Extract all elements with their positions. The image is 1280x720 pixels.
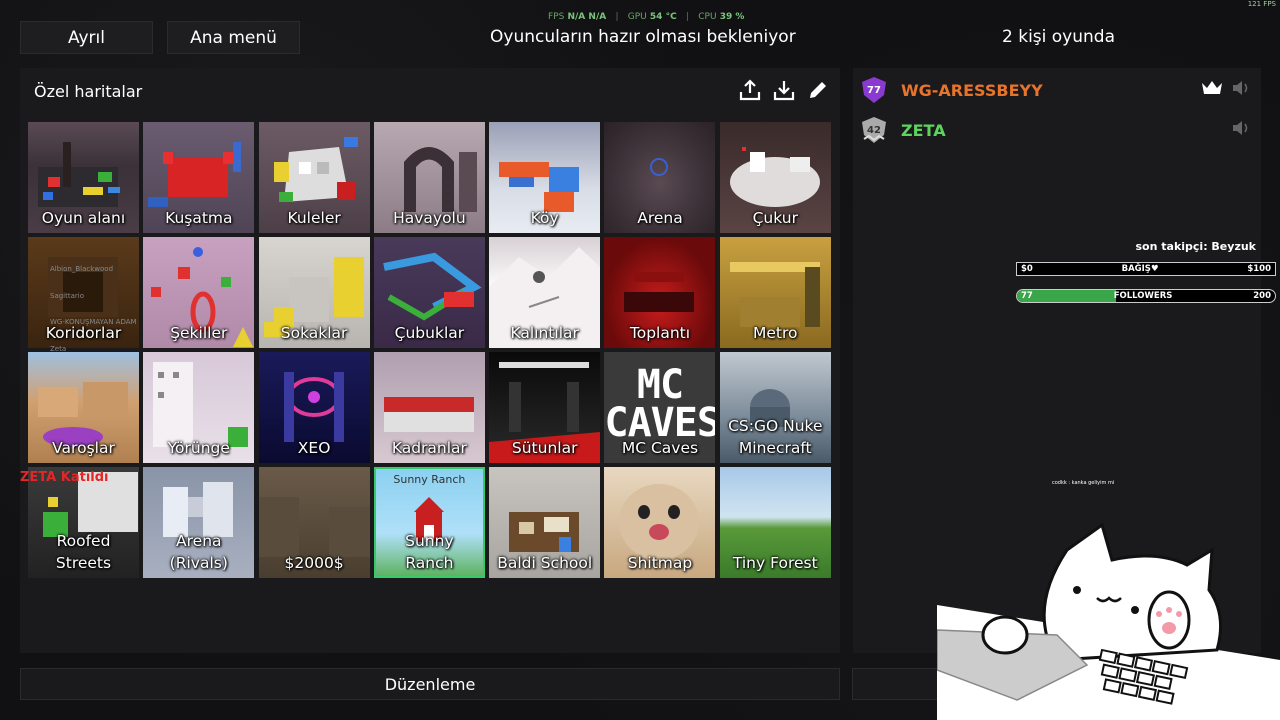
map-tile-havayolu[interactable]: Havayolu [373,122,485,233]
panel-actions [738,78,830,102]
player-row[interactable]: 77 WG-ARESSBEYY [853,70,1261,110]
stream-overlay: son takipçi: Beyzuk $0 BAĞIŞ♥ $100 77 FO… [1016,240,1276,303]
edit-button[interactable]: Düzenleme [20,668,840,700]
player-row[interactable]: 42 ZETA [853,110,1261,150]
map-tile-yorunge[interactable]: Yörünge [143,352,255,463]
map-tile-kalintilar[interactable]: Kalıntılar [489,237,601,348]
map-tile-2000[interactable]: $2000$ [258,467,370,578]
right-bottom-button[interactable] [852,668,942,700]
map-tile-oyun-alani[interactable]: Oyun alanı [28,122,139,233]
map-tile-mc-caves[interactable]: MC CAVES MC Caves [604,352,716,463]
map-tile-sunny-ranch[interactable]: Sunny Ranch Sunny Ranch [373,467,485,578]
performance-overlay: FPS N/A N/A | GPU 54 °C | CPU 39 % [548,12,745,22]
player-name: ZETA [901,120,946,140]
map-tile-toplanti[interactable]: Toplantı [604,237,716,348]
upload-icon[interactable] [738,78,762,102]
map-tile-shitmap[interactable]: Shitmap [604,467,716,578]
donation-bar: $0 BAĞIŞ♥ $100 [1016,262,1276,276]
map-tile-sekiller[interactable]: Şekiller [143,237,255,348]
map-tile-kusatma[interactable]: Kuşatma [143,122,255,233]
lobby-status-text: Oyuncuların hazır olması bekleniyor [490,27,796,47]
overlay-ghost-name: WG-KONUŞMAYAN ADAM [50,318,137,326]
leave-button[interactable]: Ayrıl [20,21,153,54]
map-tile-cubuklar[interactable]: Çubuklar [373,237,485,348]
map-tile-tiny-forest[interactable]: Tiny Forest [719,467,831,578]
map-tile-baldi-school[interactable]: Baldi School [489,467,601,578]
custom-maps-panel: Özel haritalar Oyun alanı Kuşatma Kulele… [20,68,840,653]
last-follower: son takipçi: Beyzuk [1135,240,1257,253]
map-tile-sutunlar[interactable]: Sütunlar [489,352,601,463]
panel-title: Özel haritalar [34,82,143,101]
overlay-ghost-name: Albion_Blackwood [50,265,114,273]
speaker-icon[interactable] [1231,119,1251,141]
map-tile-kadranlar[interactable]: Kadranlar [373,352,485,463]
map-tile-kuleler[interactable]: Kuleler [258,122,370,233]
map-tile-csgo-nuke[interactable]: CS:GO Nuke Minecraft [719,352,831,463]
overlay-ghost-name: Zeta [50,345,67,353]
map-tile-arena-rivals[interactable]: Arena (Rivals) [143,467,255,578]
edit-icon[interactable] [806,78,830,102]
map-tile-sokaklar[interactable]: Sokaklar [258,237,370,348]
map-grid: Oyun alanı Kuşatma Kuleler Havayolu Köy … [28,122,831,578]
fps-counter: 121 FPS [1247,0,1276,8]
crown-icon [1201,79,1223,101]
map-tile-varoslar[interactable]: Varoşlar [28,352,139,463]
level-badge: 42 [859,115,889,145]
bongo-cat-overlay [936,520,1280,720]
map-tile-xeo[interactable]: XEO [258,352,370,463]
players-count: 2 kişi oyunda [1002,27,1115,47]
overlay-ghost-name: Sagittario [50,292,85,300]
followers-bar: 77 FOLLOWERS 200 [1016,289,1276,303]
player-name: WG-ARESSBEYY [901,80,1043,100]
map-tile-metro[interactable]: Metro [719,237,831,348]
sunny-ranch-title: Sunny Ranch [393,473,466,486]
main-menu-button[interactable]: Ana menü [167,21,300,54]
map-tile-arena[interactable]: Arena [604,122,716,233]
map-tile-koy[interactable]: Köy [489,122,601,233]
speaker-icon[interactable] [1231,79,1251,101]
map-tile-cukur[interactable]: Çukur [719,122,831,233]
chat-line: codkk : kanka geliyim mi [1052,480,1115,486]
join-message: ZETA Katıldı [20,470,109,485]
level-badge: 77 [859,75,889,105]
download-icon[interactable] [772,78,796,102]
mc-caves-logo: MC CAVES [604,362,716,446]
